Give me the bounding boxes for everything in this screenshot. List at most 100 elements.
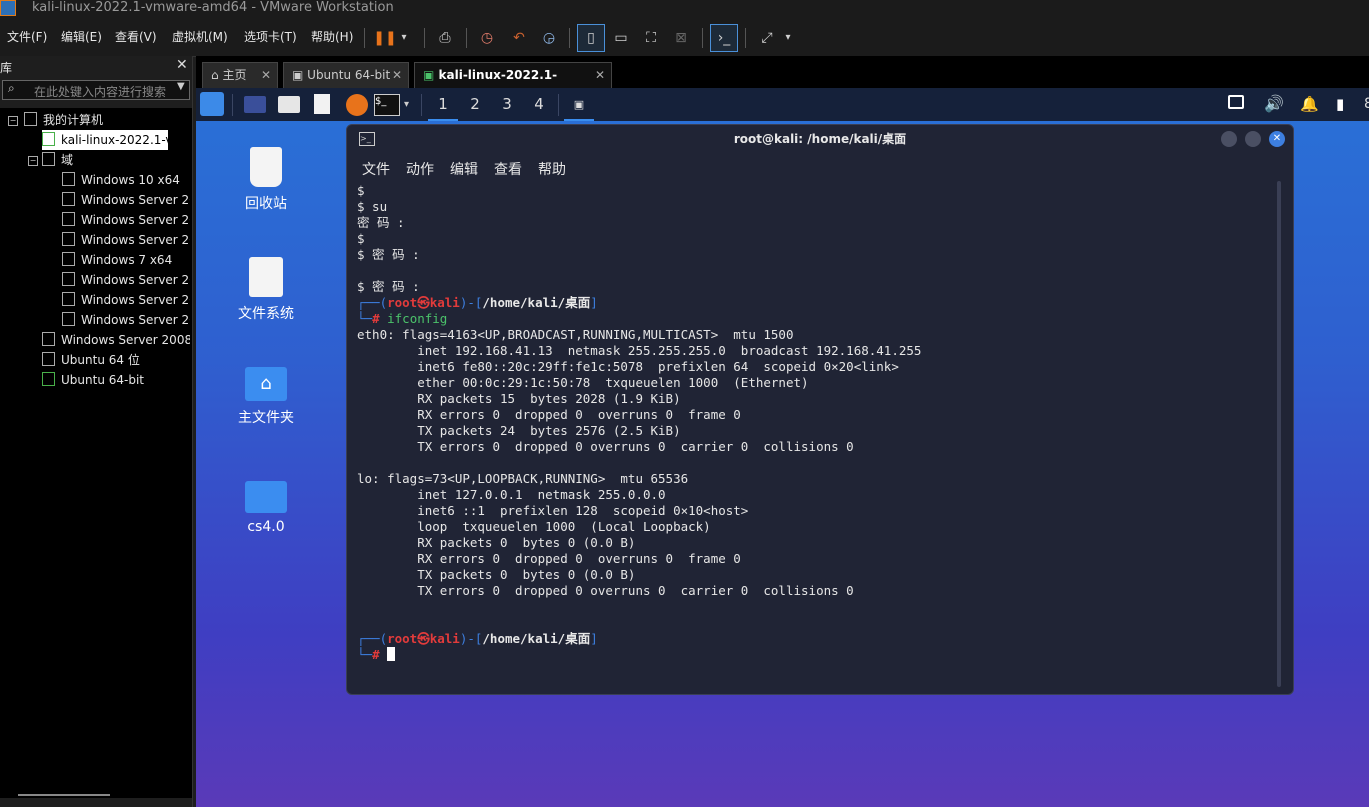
vm-icon bbox=[62, 252, 75, 266]
maximize-button[interactable] bbox=[1245, 131, 1261, 147]
minimize-button[interactable] bbox=[1221, 131, 1237, 147]
battery-icon[interactable]: ▮ bbox=[1336, 93, 1344, 115]
show-library-icon[interactable]: ▯ bbox=[577, 24, 605, 52]
close-icon[interactable]: ✕ bbox=[392, 63, 402, 87]
library-tree-label: Windows Server 20 bbox=[81, 193, 190, 207]
workspace-2[interactable]: 2 bbox=[460, 88, 490, 121]
desktop-icon-trash[interactable]: 回收站 bbox=[218, 147, 314, 213]
horizontal-scrollbar[interactable] bbox=[18, 794, 110, 796]
home-folder-icon: ⌂ bbox=[245, 367, 287, 401]
close-button[interactable]: ✕ bbox=[1269, 131, 1285, 147]
vm-tab-bar: ⌂ 主页 ✕ ▣ Ubuntu 64-bit ✕ ▣ kali-linux-2022… bbox=[196, 56, 1369, 106]
menu-vm[interactable]: 虚拟机(M) bbox=[172, 28, 228, 45]
pause-icon[interactable]: ❚❚ bbox=[372, 25, 398, 51]
volume-icon[interactable]: 🔊 bbox=[1264, 93, 1284, 115]
snapshot-icon[interactable]: ◷ bbox=[474, 25, 500, 51]
thumbnail-bar-icon[interactable]: ▭ bbox=[608, 25, 634, 51]
close-icon[interactable]: ✕ bbox=[261, 63, 271, 87]
chevron-down-icon[interactable]: ▾ bbox=[396, 25, 412, 51]
firefox-icon[interactable] bbox=[346, 94, 368, 116]
menu-help[interactable]: 帮助(H) bbox=[311, 28, 353, 45]
console-view-icon[interactable]: ›_ bbox=[710, 24, 738, 52]
search-input[interactable]: 在此处键入内容进行搜索 bbox=[34, 83, 166, 100]
library-tree-item[interactable]: Windows Server 20 bbox=[62, 290, 190, 310]
tab-kali[interactable]: ▣ kali-linux-2022.1-vmware...✕ bbox=[414, 62, 612, 106]
kali-menu-icon[interactable] bbox=[200, 92, 224, 116]
desktop-icon-cs40[interactable]: cs4.0 bbox=[218, 481, 314, 535]
terminal-line: $ bbox=[357, 231, 365, 246]
menu-edit[interactable]: 编辑(E) bbox=[61, 28, 102, 45]
menu-tabs[interactable]: 选项卡(T) bbox=[244, 28, 297, 45]
terminal-menu: 文件 动作 编辑 查看 帮助 bbox=[347, 155, 1293, 179]
terminal-menu-help[interactable]: 帮助 bbox=[538, 159, 566, 179]
fullscreen-icon[interactable]: ⛶ bbox=[638, 25, 664, 51]
show-desktop-icon[interactable] bbox=[244, 96, 266, 113]
library-tree-item[interactable]: Windows 10 x64 bbox=[62, 170, 190, 190]
terminal-icon[interactable]: $_ bbox=[374, 94, 400, 116]
tab-ubuntu[interactable]: ▣ Ubuntu 64-bit ✕ bbox=[283, 62, 409, 88]
chevron-down-icon[interactable]: ▼ bbox=[177, 81, 185, 92]
text-editor-icon[interactable] bbox=[314, 94, 330, 114]
library-tree-item[interactable]: 我的计算机 bbox=[24, 110, 190, 130]
prompt-user: root㉿kali bbox=[387, 631, 460, 646]
library-tree-item[interactable]: kali-linux-2022.1-vmw bbox=[42, 130, 168, 150]
terminal-menu-view[interactable]: 查看 bbox=[494, 159, 522, 179]
terminal-cursor bbox=[387, 647, 396, 661]
collapse-icon[interactable]: − bbox=[28, 156, 38, 166]
terminal-command-line: └─# ifconfig bbox=[357, 311, 448, 326]
workspace-3[interactable]: 3 bbox=[492, 88, 522, 121]
terminal-line: 密 码 : bbox=[357, 215, 405, 230]
revert-snapshot-icon[interactable]: ↶ bbox=[506, 25, 532, 51]
library-tree-item[interactable]: Windows 7 x64 bbox=[62, 250, 190, 270]
desktop-icon-home[interactable]: ⌂ 主文件夹 bbox=[218, 367, 314, 427]
terminal-line: RX errors 0 dropped 0 overruns 0 frame 0 bbox=[357, 551, 741, 566]
unity-icon[interactable]: ⊠ bbox=[668, 25, 694, 51]
library-tree-item[interactable]: Windows Server 20 bbox=[62, 270, 190, 290]
stretch-icon[interactable]: ⤢ bbox=[754, 25, 780, 51]
network-icon[interactable] bbox=[1228, 95, 1244, 109]
prompt-path: /home/kali/桌面 bbox=[482, 295, 591, 310]
library-tree-item[interactable]: 域 bbox=[42, 150, 190, 170]
close-icon[interactable]: ✕ bbox=[176, 57, 188, 73]
menu-view[interactable]: 查看(V) bbox=[115, 28, 157, 45]
taskbar-terminal-icon[interactable]: ▣ bbox=[564, 88, 594, 121]
library-tree-item[interactable]: Ubuntu 64-bit bbox=[42, 370, 190, 390]
desktop-icon-filesystem[interactable]: 文件系统 bbox=[218, 257, 314, 323]
tab-label: Ubuntu 64-bit bbox=[307, 68, 391, 82]
library-tree-item[interactable]: Windows Server 20 bbox=[62, 190, 190, 210]
file-manager-icon[interactable] bbox=[278, 96, 300, 113]
terminal-line: inet6 fe80::20c:29ff:fe1c:5078 prefixlen… bbox=[357, 359, 899, 374]
terminal-menu-file[interactable]: 文件 bbox=[362, 159, 390, 179]
tab-home[interactable]: ⌂ 主页 ✕ bbox=[202, 62, 278, 88]
terminal-line: $ bbox=[357, 183, 365, 198]
library-search[interactable]: ⌕ 在此处键入内容进行搜索 ▼ bbox=[2, 80, 190, 100]
library-tree-item[interactable]: Windows Server 20 bbox=[62, 310, 190, 330]
vm-icon bbox=[62, 312, 75, 326]
close-icon[interactable]: ✕ bbox=[595, 63, 605, 87]
collapse-icon[interactable]: − bbox=[8, 116, 18, 126]
desktop-icon-label: cs4.0 bbox=[247, 519, 285, 535]
terminal-scrollbar[interactable] bbox=[1277, 181, 1281, 687]
desktop-icon-label: 回收站 bbox=[245, 196, 287, 212]
send-keys-icon[interactable]: ⎙ bbox=[432, 25, 458, 51]
snapshot-manager-icon[interactable]: ◶ bbox=[536, 25, 562, 51]
library-tree-item[interactable]: Windows Server 2008 bbox=[42, 330, 190, 350]
workspace-1[interactable]: 1 bbox=[428, 88, 458, 121]
library-tree-label: Windows Server 2008 bbox=[61, 333, 190, 347]
library-tree: 我的计算机 − kali-linux-2022.1-vmw 域 − Windows 10 … bbox=[0, 108, 192, 798]
notification-bell-icon[interactable]: 🔔 bbox=[1300, 93, 1319, 115]
terminal-output[interactable]: $ $ su 密 码 : $ $ 密 码 : $ 密 码 : ┌──(root㉿kali)-… bbox=[357, 183, 1267, 683]
library-tree-item[interactable]: Windows Server 20 bbox=[62, 230, 190, 250]
terminal-title: root@kali: /home/kali/桌面 bbox=[733, 132, 907, 146]
chevron-down-icon[interactable]: ▾ bbox=[404, 94, 409, 116]
terminal-menu-action[interactable]: 动作 bbox=[406, 159, 434, 179]
terminal-menu-edit[interactable]: 编辑 bbox=[450, 159, 478, 179]
chevron-down-icon[interactable]: ▾ bbox=[780, 25, 796, 51]
library-tree-item[interactable]: Ubuntu 64 位 bbox=[42, 350, 190, 370]
workspace-4[interactable]: 4 bbox=[524, 88, 554, 121]
library-tree-item[interactable]: Windows Server 20 bbox=[62, 210, 190, 230]
menu-file[interactable]: 文件(F) bbox=[7, 28, 47, 45]
